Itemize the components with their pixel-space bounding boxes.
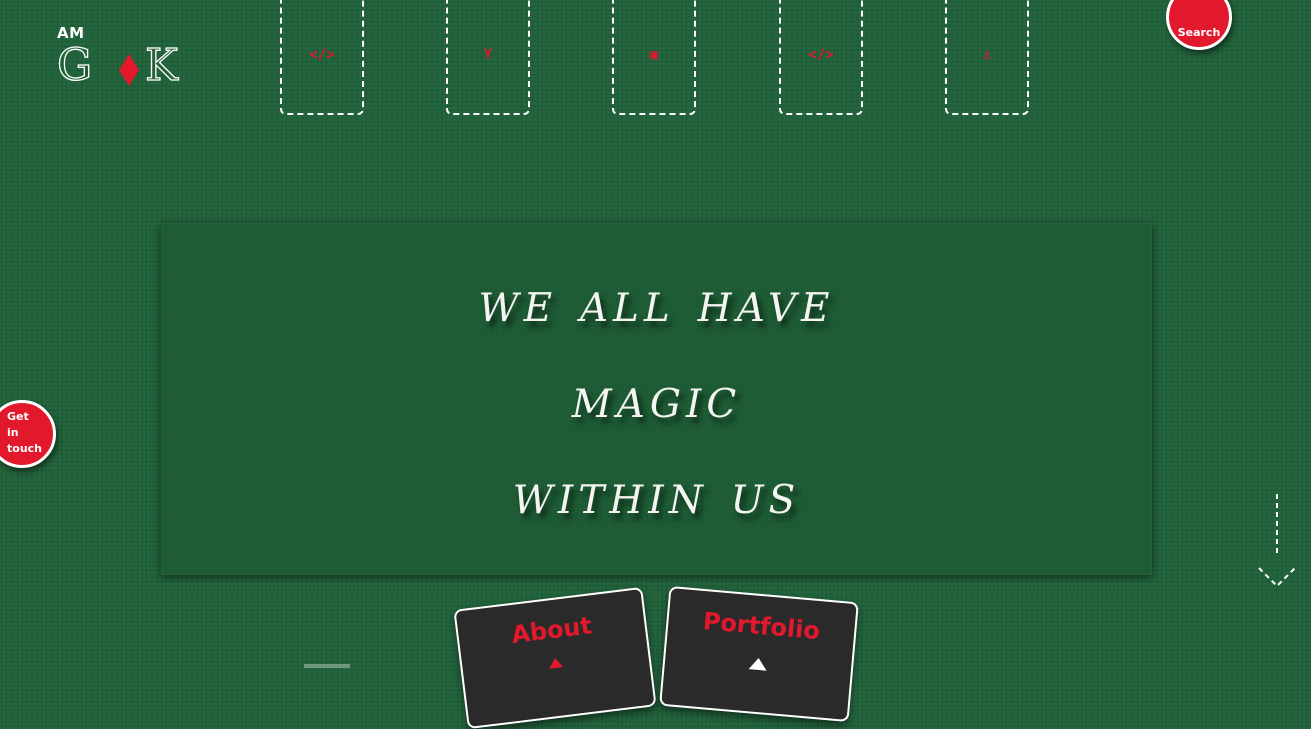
site-logo[interactable]: AM G K [57,24,202,94]
diamond-pip-icon [548,657,564,669]
nav-slot-card[interactable]: ▣ [612,0,696,115]
chevron-down-icon [1258,494,1296,588]
nav-slot-code-2[interactable]: </> [779,0,863,115]
hero-line-2: Magic [571,366,742,431]
nav-slot-git[interactable]: Y [446,0,530,115]
portfolio-card[interactable]: Portfolio [659,585,859,723]
code-icon: </> [808,46,834,63]
nav-slot-anchor[interactable]: ⚓ [945,0,1029,115]
get-in-touch-button[interactable]: Get in touch [0,400,56,468]
hero-line-3: within us [512,462,801,527]
search-button-label: Search [1177,25,1221,39]
logo-mark-graphic: G K [57,39,180,90]
logo-mark: G K [57,38,202,90]
git-branch-icon: Y [483,46,493,63]
code-icon: </> [309,46,335,63]
portfolio-card-label: Portfolio [701,607,822,646]
touch-label-line-1: Get [7,410,29,423]
about-card-label: About [509,611,594,650]
search-button[interactable]: Search [1166,0,1232,50]
id-card-icon: ▣ [649,46,659,63]
nav-slot-code[interactable]: </> [280,0,364,115]
touch-label-line-3: touch [7,442,42,455]
svg-text:K: K [145,40,179,90]
hero-panel: We all have Magic within us [161,223,1152,575]
spade-pip-icon [748,657,768,671]
anchor-icon: ⚓ [982,46,992,63]
bottom-edge-tab [304,664,350,668]
diamond-icon [119,54,139,86]
hero-line-1: We all have [478,270,835,335]
svg-text:G: G [57,40,92,90]
scroll-down-indicator[interactable] [1257,494,1299,592]
about-card[interactable]: About [453,586,657,729]
touch-label-line-2: in [7,426,19,439]
